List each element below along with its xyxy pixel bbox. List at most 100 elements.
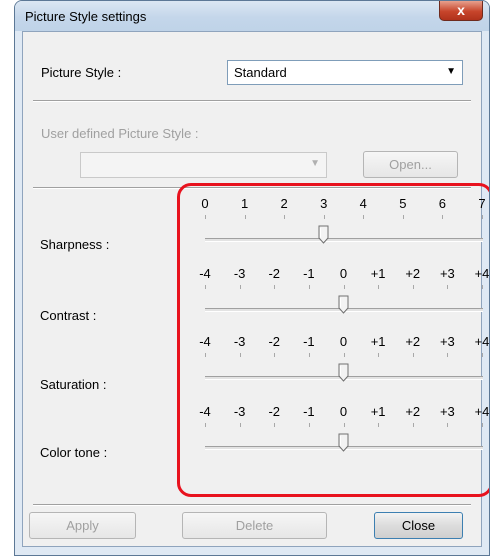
saturation-tick-mark — [412, 353, 414, 357]
contrast-tick-label: -4 — [199, 266, 211, 281]
sharpness-tick-mark — [442, 215, 444, 219]
picture-style-value: Standard — [234, 65, 287, 80]
saturation-slider-thumb[interactable] — [338, 363, 349, 382]
color-tone-tick-label: -4 — [199, 404, 211, 419]
sharpness-slider[interactable]: 0 1 2 3 4 5 6 7 — [193, 196, 489, 256]
user-defined-style-select[interactable]: ▼ — [80, 152, 327, 178]
color-tone-tick-label: -3 — [233, 404, 246, 419]
saturation-tick-label: +1 — [370, 334, 386, 349]
saturation-slider[interactable]: -4 -3 -2 -1 0 +1 +2 +3 +4 — [193, 334, 490, 394]
sharpness-tick-label: 3 — [320, 196, 328, 211]
contrast-slider[interactable]: -4 -3 -2 -1 0 +1 +2 +3 +4 — [193, 266, 490, 326]
saturation-tick-label: -3 — [233, 334, 246, 349]
sharpness-track[interactable] — [205, 238, 483, 242]
contrast-label: Contrast : — [40, 308, 97, 323]
close-icon: x — [457, 2, 465, 18]
sharpness-label: Sharpness : — [40, 237, 110, 252]
picture-style-label: Picture Style : — [41, 65, 122, 80]
sharpness-slider-thumb[interactable] — [318, 225, 329, 244]
saturation-tick-mark — [447, 353, 449, 357]
color-tone-slider[interactable]: -4 -3 -2 -1 0 +1 +2 +3 +4 — [193, 404, 490, 464]
color-tone-tick-label: 0 — [339, 404, 348, 419]
picture-style-settings-window: Picture Style settings x Picture Style :… — [14, 0, 490, 556]
sharpness-tick-label: 4 — [359, 196, 367, 211]
title-bar[interactable]: Picture Style settings x — [15, 1, 489, 31]
color-tone-tick-label: +3 — [439, 404, 455, 419]
color-tone-label: Color tone : — [40, 445, 108, 460]
contrast-tick-label: -3 — [233, 266, 246, 281]
color-tone-tick-label: +2 — [405, 404, 421, 419]
contrast-tick-label: -2 — [268, 266, 281, 281]
saturation-label: Saturation : — [40, 377, 107, 392]
dialog-body: Picture Style : Standard ▼ User defined … — [22, 31, 489, 547]
chevron-down-icon: ▼ — [446, 66, 456, 77]
color-tone-tick-mark — [205, 423, 206, 427]
color-tone-tick-label: -2 — [268, 404, 281, 419]
contrast-tick-mark — [378, 285, 380, 289]
sharpness-tick-label: 0 — [201, 196, 209, 211]
color-tone-tick-mark — [343, 423, 345, 427]
saturation-tick-label: 0 — [339, 334, 348, 349]
color-tone-tick-mark — [447, 423, 449, 427]
divider — [33, 100, 471, 102]
close-button[interactable]: Close — [374, 512, 463, 539]
window-title: Picture Style settings — [25, 9, 147, 24]
contrast-tick-label: +3 — [439, 266, 455, 281]
color-tone-tick-mark — [482, 423, 483, 427]
contrast-tick-mark — [447, 285, 449, 289]
contrast-tick-mark — [412, 285, 414, 289]
sharpness-tick-mark — [482, 215, 483, 219]
sharpness-tick-mark — [284, 215, 286, 219]
chevron-down-icon: ▼ — [310, 158, 320, 169]
contrast-tick-mark — [482, 285, 483, 289]
contrast-tick-label: -1 — [303, 266, 315, 281]
contrast-tick-mark — [274, 285, 276, 289]
picture-style-select[interactable]: Standard ▼ — [227, 60, 463, 85]
close-window-button[interactable]: x — [439, 1, 483, 21]
color-tone-tick-mark — [274, 423, 276, 427]
sharpness-tick-mark — [323, 215, 325, 219]
color-tone-tick-mark — [378, 423, 380, 427]
color-tone-tick-mark — [239, 423, 241, 427]
contrast-tick-label: +4 — [474, 266, 490, 281]
saturation-tick-mark — [378, 353, 380, 357]
color-tone-slider-thumb[interactable] — [338, 433, 349, 452]
saturation-tick-mark — [274, 353, 276, 357]
contrast-tick-mark — [308, 285, 310, 289]
contrast-tick-mark — [205, 285, 206, 289]
sharpness-tick-mark — [244, 215, 246, 219]
sharpness-tick-label: 5 — [399, 196, 407, 211]
saturation-tick-mark — [482, 353, 483, 357]
color-tone-tick-label: +1 — [370, 404, 386, 419]
saturation-tick-mark — [343, 353, 345, 357]
apply-button[interactable]: Apply — [29, 512, 136, 539]
sharpness-tick-mark — [205, 215, 206, 219]
saturation-tick-mark — [205, 353, 206, 357]
saturation-tick-label: -1 — [303, 334, 315, 349]
contrast-tick-mark — [239, 285, 241, 289]
open-button[interactable]: Open... — [363, 151, 458, 178]
contrast-tick-label: +1 — [370, 266, 386, 281]
contrast-slider-thumb[interactable] — [338, 295, 349, 314]
sharpness-tick-label: 2 — [280, 196, 288, 211]
sharpness-tick-mark — [363, 215, 365, 219]
contrast-tick-mark — [343, 285, 345, 289]
saturation-tick-label: +4 — [474, 334, 490, 349]
contrast-tick-label: 0 — [339, 266, 348, 281]
delete-button[interactable]: Delete — [182, 512, 327, 539]
saturation-tick-label: +3 — [439, 334, 455, 349]
saturation-tick-mark — [308, 353, 310, 357]
color-tone-tick-label: +4 — [474, 404, 490, 419]
color-tone-tick-mark — [308, 423, 310, 427]
saturation-tick-label: +2 — [405, 334, 421, 349]
color-tone-tick-label: -1 — [303, 404, 315, 419]
sharpness-tick-label: 7 — [478, 196, 486, 211]
saturation-tick-label: -4 — [199, 334, 211, 349]
saturation-tick-label: -2 — [268, 334, 281, 349]
user-defined-style-label: User defined Picture Style : — [41, 126, 199, 141]
contrast-tick-label: +2 — [405, 266, 421, 281]
color-tone-tick-mark — [412, 423, 414, 427]
sharpness-tick-label: 1 — [240, 196, 249, 211]
saturation-tick-mark — [239, 353, 241, 357]
sharpness-tick-label: 6 — [438, 196, 447, 211]
